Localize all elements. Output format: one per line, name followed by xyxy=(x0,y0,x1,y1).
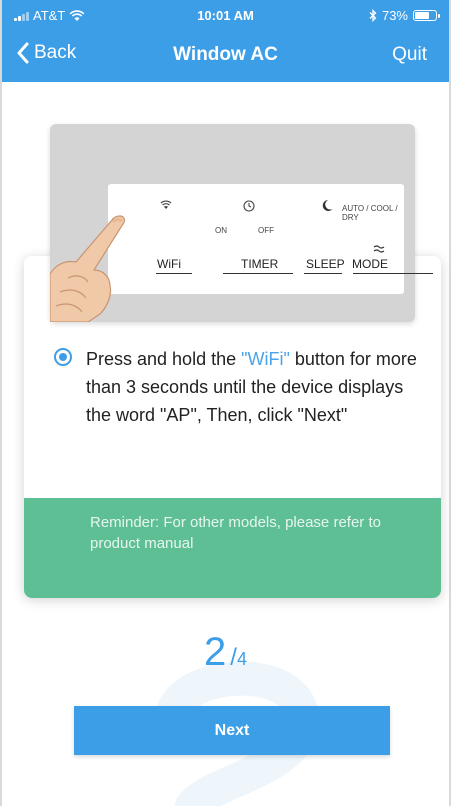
page-title: Window AC xyxy=(173,44,278,65)
remote-mode-label: MODE xyxy=(352,257,388,271)
nav-bar: Back Window AC Quit xyxy=(2,32,449,82)
instruction-highlight: "WiFi" xyxy=(241,349,290,369)
remote-sleep-label: SLEEP xyxy=(306,257,345,271)
divider xyxy=(353,273,433,274)
timer-on-label: ON xyxy=(215,226,227,235)
step-separator: / xyxy=(230,644,237,671)
divider xyxy=(223,273,293,274)
remote-illustration: AUTO / COOL / DRY ON OFF WiFi TIMER SLEE… xyxy=(50,124,433,322)
timer-off-label: OFF xyxy=(258,226,274,235)
instruction-before: Press and hold the xyxy=(86,349,242,369)
total-steps: 4 xyxy=(236,649,247,669)
status-right: 73% xyxy=(369,8,440,23)
mode-options-text: AUTO / COOL / DRY xyxy=(342,204,398,222)
instruction-text: Press and hold the "WiFi" button for mor… xyxy=(86,345,423,429)
instruction-row: Press and hold the "WiFi" button for mor… xyxy=(54,345,423,429)
battery-percent: 73% xyxy=(381,8,408,23)
current-step: 2 xyxy=(204,630,227,674)
battery-icon xyxy=(413,10,440,21)
divider xyxy=(156,273,192,274)
top-bar: AT&T 10:01 AM 73% Back Window AC Quit xyxy=(2,0,449,82)
remote-wifi-label: WiFi xyxy=(157,257,181,271)
next-button[interactable]: Next xyxy=(74,706,390,755)
moon-icon xyxy=(322,200,333,211)
status-bar: AT&T 10:01 AM 73% xyxy=(2,0,449,32)
clock-icon xyxy=(243,200,255,212)
wifi-icon xyxy=(160,200,172,209)
remote-panel: AUTO / COOL / DRY ON OFF WiFi TIMER SLEE… xyxy=(108,184,433,294)
fan-icon xyxy=(373,245,385,253)
step-indicator: 2/4 xyxy=(2,630,449,675)
reminder-banner: Reminder: For other models, please refer… xyxy=(24,498,441,598)
remote-timer-label: TIMER xyxy=(241,257,279,271)
divider xyxy=(304,273,342,274)
radio-selected-icon xyxy=(54,348,72,366)
bluetooth-icon xyxy=(369,9,377,22)
hand-pointer-icon xyxy=(50,215,126,322)
quit-button[interactable]: Quit xyxy=(392,44,427,66)
app-screen: AT&T 10:01 AM 73% Back Window AC Quit Pr… xyxy=(0,0,451,806)
